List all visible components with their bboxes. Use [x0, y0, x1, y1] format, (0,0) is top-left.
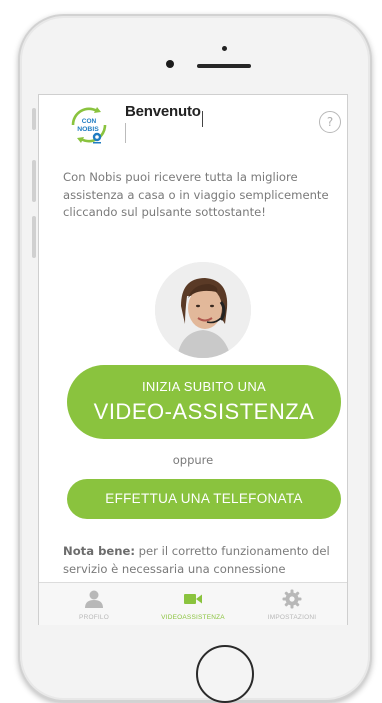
page-title: Benvenuto [125, 103, 201, 120]
svg-text:CON: CON [82, 118, 97, 125]
home-button[interactable] [196, 645, 254, 703]
make-phone-call-button[interactable]: EFFETTUA UNA TELEFONATA [67, 479, 341, 519]
text-cursor [202, 111, 203, 127]
earpiece-speaker [197, 64, 251, 68]
video-button-line2: VIDEO-ASSISTENZA [93, 399, 315, 424]
intro-text: Con Nobis puoi ricevere tutta la miglior… [63, 170, 329, 219]
tab-video-assistance-label: VIDEOASSISTENZA [161, 614, 225, 621]
or-separator-text: oppure [172, 453, 214, 467]
note-text: Nota bene: per il corretto funzionamento… [63, 543, 339, 578]
start-video-assistance-button[interactable]: INIZIA SUBITO UNA VIDEO-ASSISTENZA [67, 365, 341, 439]
front-camera [166, 60, 174, 68]
video-button-line1: INIZIA SUBITO UNA [141, 379, 267, 394]
video-camera-icon [184, 594, 202, 604]
tab-settings[interactable]: IMPOSTAZIONI [247, 583, 337, 625]
header-divider [125, 123, 126, 143]
volume-down-button [32, 216, 36, 258]
user-icon [85, 590, 103, 608]
volume-up-button [32, 160, 36, 202]
tab-video-assistance[interactable]: VIDEOASSISTENZA [148, 583, 238, 625]
operator-avatar [155, 262, 251, 358]
note-bold-label: Nota bene: [63, 544, 135, 558]
app-screen: CON NOBIS Benvenuto ? Con Nobis puoi ric… [38, 94, 348, 625]
bottom-tab-bar: PROFILO VIDEOASSISTENZA IMPOSTAZIONI [39, 582, 347, 625]
mute-switch [32, 108, 36, 130]
svg-text:NOBIS: NOBIS [77, 126, 99, 133]
tab-settings-label: IMPOSTAZIONI [267, 614, 317, 621]
operator-photo [155, 262, 251, 358]
help-icon[interactable]: ? [319, 111, 341, 133]
sensor-dot [222, 46, 227, 51]
gear-icon [282, 589, 302, 609]
tab-profile[interactable]: PROFILO [49, 583, 139, 625]
tab-profile-label: PROFILO [79, 614, 109, 621]
con-nobis-logo: CON NOBIS [71, 107, 107, 144]
